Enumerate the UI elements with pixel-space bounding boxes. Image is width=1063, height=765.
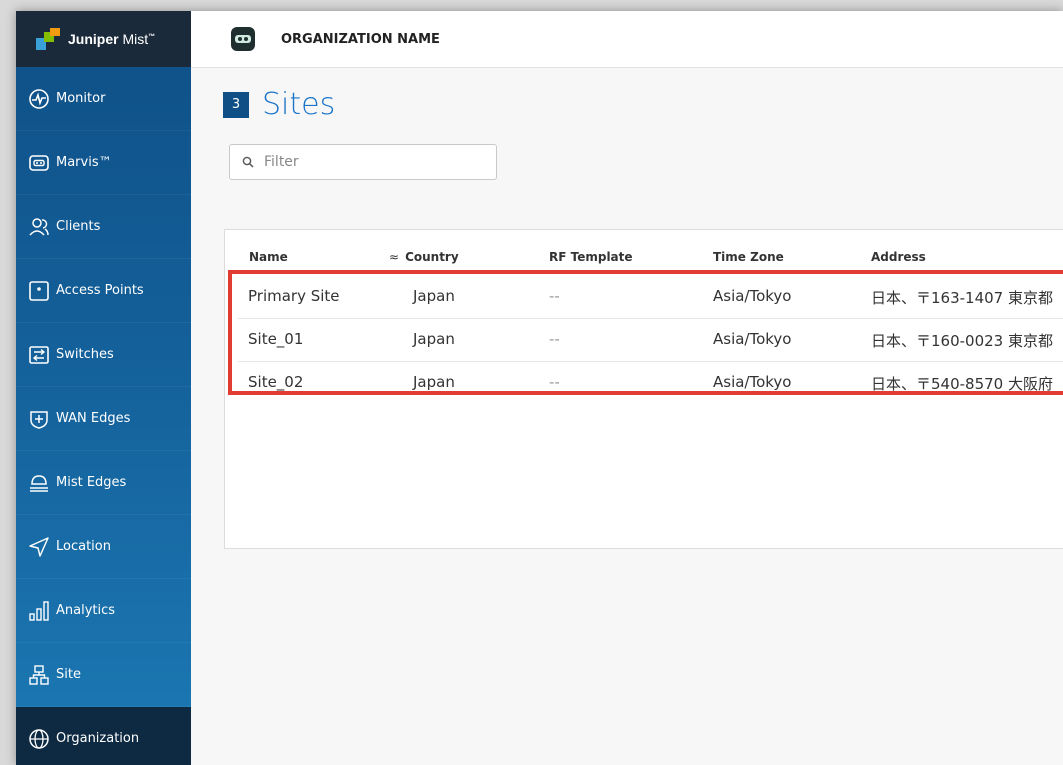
sidebar-item-switches[interactable]: Switches [16,323,191,387]
access-points-icon [28,280,50,302]
column-header-rf-template[interactable]: RF Template [549,250,633,264]
page-header: 3 Sites [223,87,335,122]
brand-logo[interactable]: Juniper Mist™ [16,11,191,67]
org-avatar-icon[interactable] [231,27,255,51]
filter-input[interactable] [262,153,486,171]
sidebar-item-label: Switches [56,347,114,362]
column-header-address[interactable]: Address [871,250,926,264]
column-header-name[interactable]: Name [249,250,288,264]
table-header: Name ≈ Country RF Template Time Zone Addr… [225,250,1063,268]
cell-country: Japan [413,373,455,391]
cell-time-zone: Asia/Tokyo [713,373,792,391]
table-row[interactable]: Site_02 Japan -- Asia/Tokyo 日本、〒540-8570… [238,361,1063,404]
sidebar-item-clients[interactable]: Clients [16,195,191,259]
sidebar-item-label: WAN Edges [56,411,131,426]
cell-address: 日本、〒160-0023 東京都 [871,332,1053,350]
brand-name: Juniper Mist™ [68,31,156,47]
sidebar-item-label: Organization [56,731,140,746]
sidebar-item-label: Analytics [56,603,116,618]
sidebar-item-label: Access Points [56,283,144,298]
app-window: Juniper Mist™ Monitor Marvis™ Clients Ac [16,11,1063,765]
clients-icon [28,216,50,238]
sort-ascending-icon: ≈ [389,250,400,264]
table-row[interactable]: Primary Site Japan -- Asia/Tokyo 日本、〒163… [238,275,1063,319]
cell-country: Japan [413,287,455,305]
sidebar-item-label: Marvis™ [56,155,112,170]
monitor-icon [28,88,50,110]
cell-time-zone: Asia/Tokyo [713,330,792,348]
sidebar-item-label: Site [56,667,81,682]
organization-icon [28,728,50,750]
location-icon [28,536,50,558]
juniper-logo-icon [36,28,62,50]
sites-table: Name ≈ Country RF Template Time Zone Addr… [224,229,1063,549]
table-row[interactable]: Site_01 Japan -- Asia/Tokyo 日本、〒160-0023… [238,318,1063,362]
sidebar-item-label: Clients [56,219,101,234]
column-header-country[interactable]: ≈ Country [389,250,459,264]
cell-address: 日本、〒540-8570 大阪府 [871,375,1053,393]
cell-rf-template: -- [549,287,560,305]
mist-edges-icon [28,472,50,494]
org-name[interactable]: ORGANIZATION NAME [281,32,440,47]
search-icon [242,156,254,168]
cell-address: 日本、〒163-1407 東京都 [871,289,1053,307]
cell-name: Site_02 [248,373,304,391]
sidebar-item-marvis[interactable]: Marvis™ [16,131,191,195]
top-header: ORGANIZATION NAME [191,11,1063,68]
wan-edges-icon [28,408,50,430]
filter-box[interactable] [229,144,497,180]
sidebar-item-label: Mist Edges [56,475,127,490]
sidebar-item-location[interactable]: Location [16,515,191,579]
sidebar: Juniper Mist™ Monitor Marvis™ Clients Ac [16,11,191,765]
site-count-badge: 3 [223,91,249,118]
sidebar-item-label: Monitor [56,91,106,106]
switches-icon [28,344,50,366]
cell-rf-template: -- [549,330,560,348]
sidebar-item-analytics[interactable]: Analytics [16,579,191,643]
cell-rf-template: -- [549,373,560,391]
site-icon [28,664,50,686]
cell-country: Japan [413,330,455,348]
sidebar-item-site[interactable]: Site [16,643,191,707]
column-header-time-zone[interactable]: Time Zone [713,250,784,264]
marvis-icon [28,152,50,174]
sidebar-item-monitor[interactable]: Monitor [16,67,191,131]
sidebar-item-access-points[interactable]: Access Points [16,259,191,323]
sidebar-item-mist-edges[interactable]: Mist Edges [16,451,191,515]
cell-name: Site_01 [248,330,304,348]
cell-time-zone: Asia/Tokyo [713,287,792,305]
page-title: Sites [262,87,336,122]
sidebar-item-label: Location [56,539,111,554]
analytics-icon [28,600,50,622]
cell-name: Primary Site [248,287,340,305]
sidebar-item-wan-edges[interactable]: WAN Edges [16,387,191,451]
sidebar-item-organization[interactable]: Organization [16,707,191,765]
